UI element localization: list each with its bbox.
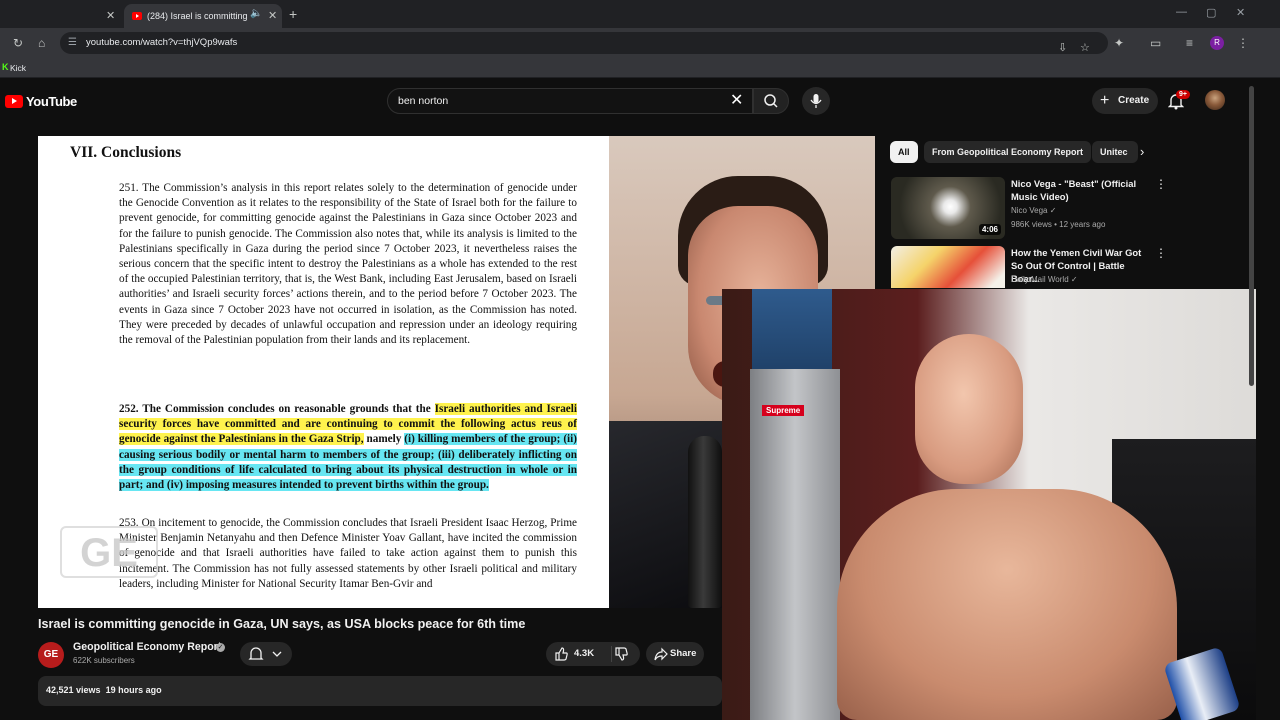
youtube-logo[interactable]: YouTube <box>5 94 77 109</box>
account-avatar[interactable] <box>1205 90 1225 110</box>
youtube-header: YouTube ben norton ✕ + Create 9+ <box>0 80 1256 122</box>
webcam-person-body <box>837 489 1177 720</box>
bell-icon <box>248 647 282 660</box>
paragraph-251: 251. The Commission’s analysis in this r… <box>119 182 577 347</box>
chip-related[interactable]: Unitec <box>1092 141 1138 163</box>
minimize-icon[interactable]: — <box>1176 6 1187 18</box>
webcam-background-object <box>752 289 832 377</box>
bookmarks-bar: K Kick <box>0 58 1280 78</box>
recommendation-item[interactable]: How the Yemen Civil War Got So Out Of Co… <box>891 246 1251 288</box>
tab-active[interactable]: (284) Israel is committing g 🔈 ✕ <box>124 4 282 28</box>
recommendation-item[interactable]: 4:06 Nico Vega - "Beast" (Official Music… <box>891 177 1251 239</box>
page-scrollbar-track[interactable] <box>1256 80 1280 720</box>
site-info-icon[interactable]: ☰ <box>68 32 77 54</box>
paragraph-253: 253. On incitement to genocide, the Comm… <box>119 517 577 590</box>
address-bar[interactable]: ☰ youtube.com/watch?v=thjVQp9wafs ⇩ ☆ <box>60 32 1108 54</box>
bookmark-star-icon[interactable]: ☆ <box>1080 37 1090 59</box>
share-button[interactable]: Share <box>646 642 704 666</box>
browser-nav-bar: ↻ ⌂ ☰ youtube.com/watch?v=thjVQp9wafs ⇩ … <box>0 28 1280 58</box>
thumbs-down-icon[interactable] <box>614 647 628 661</box>
plus-icon: + <box>1100 92 1110 109</box>
like-count[interactable]: 4.3K <box>574 642 594 666</box>
kick-icon: K <box>2 62 9 72</box>
divider <box>611 646 612 662</box>
mic-icon <box>810 94 822 108</box>
video-thumbnail[interactable] <box>891 246 1005 288</box>
maximize-icon[interactable]: ▢ <box>1206 6 1216 19</box>
verified-icon: ✓ <box>1049 206 1057 215</box>
reading-list-icon[interactable]: ≡ <box>1186 36 1193 50</box>
recommendation-title[interactable]: Nico Vega - "Beast" (Official Music Vide… <box>1011 177 1153 203</box>
close-icon[interactable]: ✕ <box>106 9 115 22</box>
clear-search-icon[interactable]: ✕ <box>730 90 743 110</box>
video-title: Israel is committing genocide in Gaza, U… <box>38 617 526 631</box>
install-icon[interactable]: ⇩ <box>1058 37 1067 59</box>
channel-name[interactable]: Geopolitical Economy Report <box>73 641 221 653</box>
voice-search-button[interactable] <box>802 87 830 115</box>
view-stats: 42,521 views 19 hours ago <box>46 685 162 695</box>
channel-avatar[interactable]: GE <box>38 642 64 668</box>
bookmark-kick[interactable]: Kick <box>10 63 26 73</box>
document-heading: VII. Conclusions <box>70 144 182 161</box>
close-icon[interactable]: ✕ <box>268 9 277 22</box>
channel-watermark: GE <box>60 526 158 578</box>
tab-title: (284) Israel is committing g <box>147 11 249 21</box>
like-dislike-group: 4.3K <box>546 642 640 666</box>
webcam-sticker: Supreme <box>762 405 805 416</box>
duration-badge: 4:06 <box>978 224 1001 235</box>
document-page: VII. Conclusions 251. The Commission’s a… <box>38 136 609 608</box>
youtube-play-icon <box>5 95 23 108</box>
verified-icon: ✓ <box>216 643 225 652</box>
webcam-mini-fridge <box>750 369 840 720</box>
thumbs-up-icon[interactable] <box>554 647 568 661</box>
subscriber-count: 622K subscribers <box>73 656 135 665</box>
webcam-person-head <box>915 334 1023 484</box>
extensions-icon[interactable]: ✦ <box>1114 36 1124 50</box>
microphone <box>688 436 722 608</box>
profile-avatar[interactable]: R <box>1210 36 1224 50</box>
browser-tab-bar: ✕ (284) Israel is committing g 🔈 ✕ + — ▢… <box>0 0 1280 28</box>
share-icon <box>654 647 668 661</box>
recommendation-channel[interactable]: Nico Vega ✓ <box>1011 206 1056 215</box>
home-icon[interactable]: ⌂ <box>38 36 45 50</box>
reload-icon[interactable]: ↻ <box>13 36 23 50</box>
mute-icon[interactable]: 🔈 <box>250 8 262 19</box>
recommendation-meta: 986K views • 12 years ago <box>1011 220 1106 229</box>
recommendation-channel[interactable]: Daily Mail World ✓ <box>1011 275 1078 284</box>
more-vert-icon[interactable]: ⋮ <box>1155 177 1167 191</box>
search-icon <box>764 94 778 108</box>
chip-from-channel[interactable]: From Geopolitical Economy Report <box>924 141 1092 163</box>
chevron-right-icon[interactable]: › <box>1140 144 1144 159</box>
notification-badge: 9+ <box>1176 90 1190 99</box>
url-text: youtube.com/watch?v=thjVQp9wafs <box>86 37 238 48</box>
youtube-favicon-icon <box>132 12 142 20</box>
search-button[interactable] <box>753 88 789 114</box>
tab-search-icon[interactable]: ▭ <box>1150 36 1161 50</box>
subscription-bell-button[interactable] <box>240 642 292 666</box>
paragraph-252: 252. The Commission concludes on reasona… <box>119 403 577 492</box>
create-button[interactable]: + Create <box>1092 88 1158 114</box>
search-input[interactable]: ben norton <box>387 88 753 114</box>
close-window-icon[interactable]: ✕ <box>1236 6 1245 19</box>
screen: ✕ (284) Israel is committing g 🔈 ✕ + — ▢… <box>0 0 1280 720</box>
video-thumbnail[interactable]: 4:06 <box>891 177 1005 239</box>
menu-icon[interactable]: ⋮ <box>1237 36 1249 50</box>
tab-inactive[interactable]: ✕ <box>0 4 122 28</box>
chip-all[interactable]: All <box>890 141 918 163</box>
verified-icon: ✓ <box>1070 275 1078 284</box>
page-scrollbar-thumb[interactable] <box>1249 86 1254 386</box>
more-vert-icon[interactable]: ⋮ <box>1155 246 1167 260</box>
new-tab-icon[interactable]: + <box>289 6 297 22</box>
webcam-overlay: Supreme <box>722 289 1280 720</box>
